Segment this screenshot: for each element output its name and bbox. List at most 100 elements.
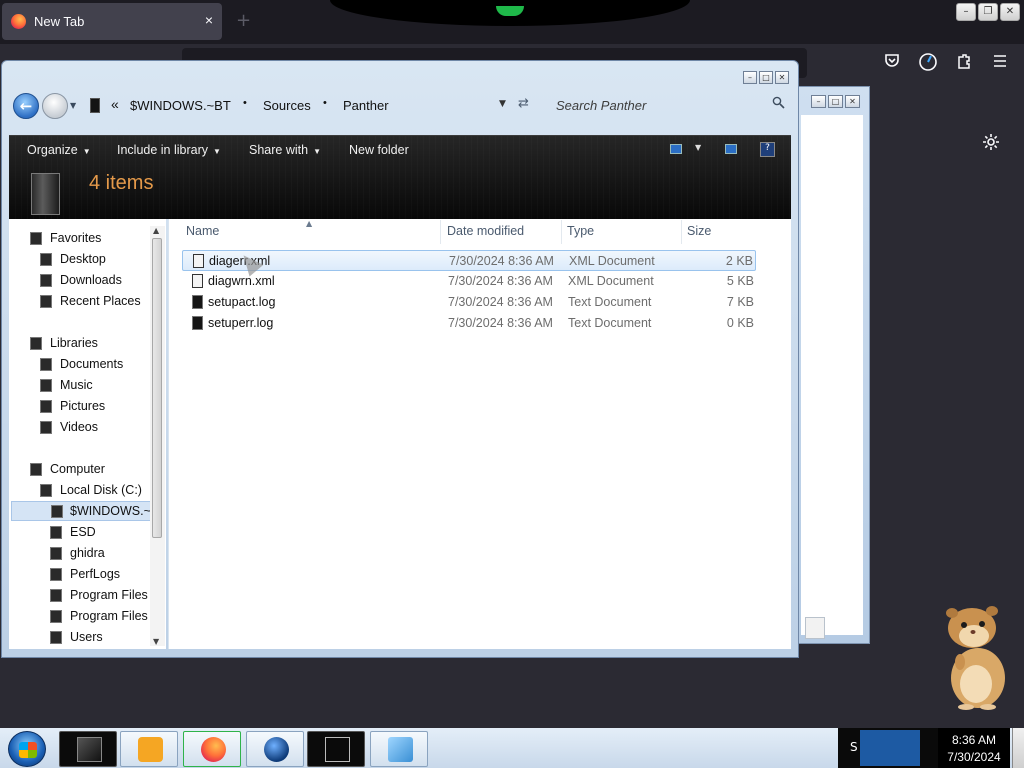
- history-dropdown-icon[interactable]: ▼: [70, 101, 76, 110]
- forward-button[interactable]: [42, 93, 68, 119]
- column-name[interactable]: Name: [186, 224, 219, 238]
- tray-icons[interactable]: [860, 730, 920, 766]
- dialog-minimize-button[interactable]: –: [811, 95, 826, 108]
- dialog-content: [801, 115, 863, 639]
- breadcrumb-separator[interactable]: •: [243, 97, 247, 109]
- new-tab-button[interactable]: +: [236, 10, 251, 31]
- back-button[interactable]: ←: [13, 93, 39, 119]
- taskbar-explorer-button[interactable]: [59, 731, 117, 767]
- folder-icon: [50, 589, 62, 602]
- folder-icon: [51, 505, 63, 518]
- text-file-icon: [192, 295, 203, 309]
- new-folder-button[interactable]: New folder: [349, 143, 409, 157]
- firefox-icon: [11, 14, 26, 29]
- nav-label: Pictures: [60, 399, 106, 413]
- folder-icon: [50, 568, 62, 581]
- pocket-icon[interactable]: [880, 52, 904, 76]
- folder-icon: [90, 98, 100, 113]
- hamster-mascot-image: [940, 604, 1008, 710]
- scroll-up-icon[interactable]: ▲: [153, 226, 159, 235]
- scroll-down-icon[interactable]: ▼: [153, 637, 159, 646]
- settings-gear-icon[interactable]: [982, 133, 1000, 156]
- taskbar-network-button[interactable]: [246, 731, 304, 767]
- extensions-icon[interactable]: [952, 52, 976, 76]
- show-desktop-button[interactable]: [1012, 728, 1024, 768]
- column-divider[interactable]: [681, 220, 682, 244]
- tab-close-icon[interactable]: ×: [205, 12, 213, 28]
- nav-label: Videos: [60, 420, 98, 434]
- nav-label: Downloads: [60, 273, 122, 287]
- column-date-modified[interactable]: Date modified: [447, 224, 524, 238]
- preview-pane-icon[interactable]: [725, 144, 737, 154]
- restore-button[interactable]: ❐: [978, 3, 998, 21]
- drive-icon: [40, 484, 52, 497]
- tab-new-tab[interactable]: New Tab ×: [2, 3, 222, 40]
- browser-window-controls: – ❐ ✕: [956, 3, 1020, 21]
- taskbar-terminal-button[interactable]: [307, 731, 365, 767]
- view-options-icon[interactable]: ▼: [695, 143, 701, 152]
- breadcrumb-sources[interactable]: Sources: [263, 98, 311, 113]
- account-icon[interactable]: [916, 52, 940, 76]
- file-row[interactable]: setuperr.log 7/30/2024 8:36 AM Text Docu…: [182, 313, 756, 334]
- column-divider[interactable]: [561, 220, 562, 244]
- dialog-maximize-button[interactable]: □: [828, 95, 843, 108]
- include-in-library-label: Include in library: [117, 143, 209, 157]
- libraries-icon: [30, 337, 42, 350]
- breadcrumb-panther[interactable]: Panther: [343, 98, 389, 113]
- menu-icon[interactable]: [988, 52, 1012, 76]
- xml-file-icon: [192, 274, 203, 288]
- chevron-down-icon: ▼: [82, 147, 91, 156]
- share-with-button[interactable]: Share with ▼: [249, 143, 321, 157]
- explorer-minimize-button[interactable]: –: [743, 71, 757, 84]
- background-dialog-window: – □ ✕: [796, 86, 870, 644]
- globe-icon: [264, 737, 289, 762]
- include-in-library-button[interactable]: Include in library ▼: [117, 143, 221, 157]
- explorer-icon: [77, 737, 102, 762]
- folder-icon: [50, 547, 62, 560]
- start-button[interactable]: [8, 731, 46, 767]
- address-dropdown-icon[interactable]: ▼: [499, 99, 506, 109]
- file-row[interactable]: diagwrn.xml 7/30/2024 8:36 AM XML Docume…: [182, 271, 756, 292]
- breadcrumb-windows-bt[interactable]: $WINDOWS.~BT: [130, 98, 231, 113]
- column-divider[interactable]: [440, 220, 441, 244]
- search-icon[interactable]: [772, 96, 785, 112]
- nav-scrollbar[interactable]: ▲ ▼: [150, 226, 165, 646]
- sort-indicator-icon: ▲: [306, 219, 313, 228]
- breadcrumb-separator[interactable]: •: [323, 97, 327, 109]
- taskbar-app-button[interactable]: [370, 731, 428, 767]
- star-icon: [30, 232, 42, 245]
- clock-date: 7/30/2024: [947, 750, 1001, 764]
- file-row[interactable]: diagerr.xml 7/30/2024 8:36 AM XML Docume…: [182, 250, 756, 271]
- organize-button[interactable]: Organize ▼: [27, 143, 91, 157]
- column-type[interactable]: Type: [567, 224, 594, 238]
- nav-windows-bt[interactable]: $WINDOWS.~B: [11, 501, 159, 521]
- close-button[interactable]: ✕: [1000, 3, 1020, 21]
- column-size[interactable]: Size: [687, 224, 711, 238]
- dialog-input[interactable]: [805, 617, 825, 639]
- taskbar-media-player-button[interactable]: [120, 731, 178, 767]
- minimize-button[interactable]: –: [956, 3, 976, 21]
- taskbar-firefox-button[interactable]: [183, 731, 241, 767]
- tab-title: New Tab: [34, 14, 85, 29]
- help-icon[interactable]: ?: [760, 142, 775, 157]
- scrollbar-thumb[interactable]: [152, 238, 162, 538]
- organize-label: Organize: [27, 143, 78, 157]
- explorer-maximize-button[interactable]: □: [759, 71, 773, 84]
- explorer-close-button[interactable]: ✕: [775, 71, 789, 84]
- nav-label: PerfLogs: [70, 567, 121, 581]
- dialog-close-button[interactable]: ✕: [845, 95, 860, 108]
- refresh-icon[interactable]: ⇄: [518, 96, 529, 111]
- address-bar[interactable]: « $WINDOWS.~BT • Sources • Panther: [86, 93, 542, 119]
- file-type: Text Document: [568, 316, 652, 330]
- system-tray: S: [838, 728, 938, 768]
- change-view-icon[interactable]: [670, 144, 682, 154]
- search-box[interactable]: Search Panther: [549, 93, 789, 119]
- file-name: setupact.log: [208, 295, 276, 309]
- file-row[interactable]: setupact.log 7/30/2024 8:36 AM Text Docu…: [182, 292, 756, 313]
- file-date: 7/30/2024 8:36 AM: [448, 316, 553, 330]
- documents-icon: [40, 358, 52, 371]
- breadcrumb-overflow[interactable]: «: [111, 96, 119, 112]
- pictures-icon: [40, 400, 52, 413]
- taskbar-clock[interactable]: 8:36 AM 7/30/2024: [938, 728, 1010, 768]
- videos-icon: [40, 421, 52, 434]
